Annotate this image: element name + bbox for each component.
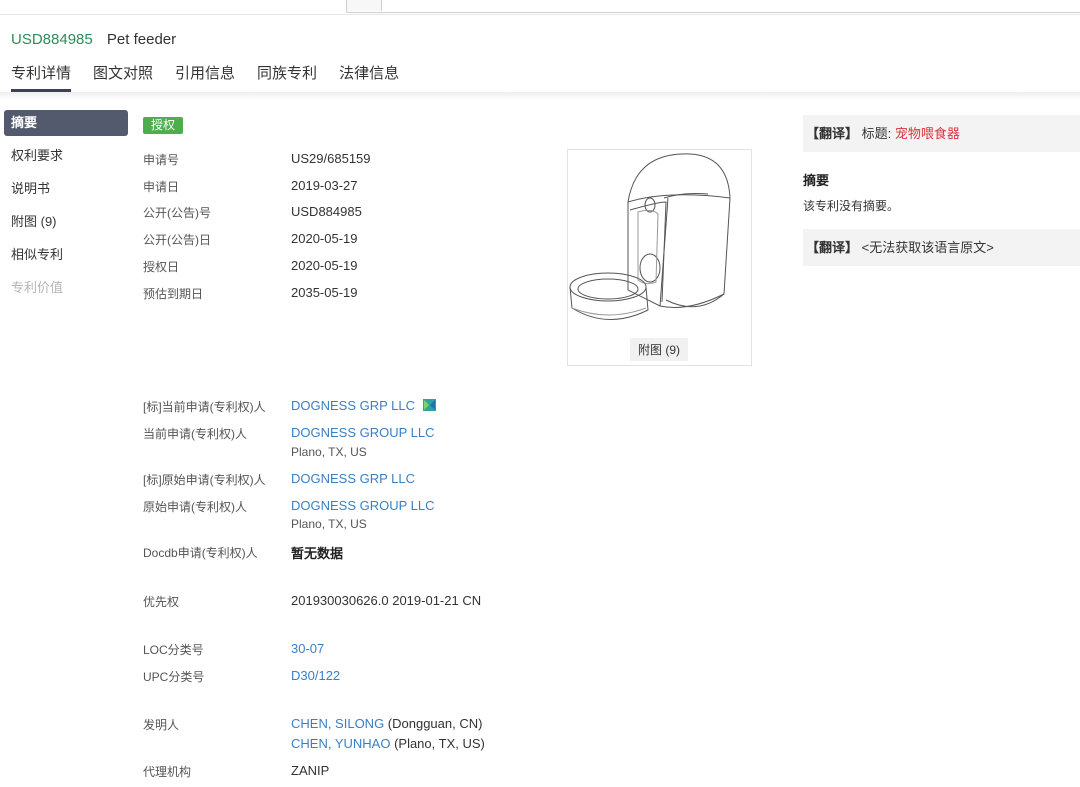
label-inventors: 发明人 [143,718,180,732]
tab-family[interactable]: 同族专利 [257,62,317,92]
value-original-applicant: DOGNESS GROUP LLC [291,498,435,513]
inventor-location: (Dongguan, CN) [384,716,483,731]
inventor-row: CHEN, YUNHAO (Plano, TX, US) [291,736,485,751]
sidebar-item-value: 专利价值 [11,280,64,295]
value-publication-date: 2020-05-19 [291,231,358,246]
std-current-applicant-link[interactable]: DOGNESS GRP LLC [291,398,415,413]
std-original-applicant-link[interactable]: DOGNESS GRP LLC [291,471,415,486]
sidebar-item-figures[interactable]: 附图 (9) [4,209,128,235]
label-publication-date: 公开(公告)日 [143,233,211,247]
value-loc: 30-07 [291,641,324,656]
patent-figure[interactable]: 附图 (9) [567,149,752,366]
pet-feeder-drawing [569,153,731,320]
status-badge: 授权 [143,117,184,134]
label-grant-date: 授权日 [143,260,180,274]
sidebar: 摘要 权利要求 说明书 附图 (9) 相似专利 专利价值 [4,110,128,308]
abstract-text: 该专利没有摘要。 [803,199,900,213]
value-docdb-applicant: 暂无数据 [291,546,344,561]
label-loc: LOC分类号 [143,643,204,657]
abstract-heading: 摘要 [803,173,830,188]
label-agency: 代理机构 [143,765,192,779]
label-application-date: 申请日 [143,180,180,194]
value-application-no: US29/685159 [291,151,371,166]
inventor-row: CHEN, SILONG (Dongguan, CN) [291,716,482,731]
value-upc: D30/122 [291,668,340,683]
value-priority: 201930030626.0 2019-01-21 CN [291,593,482,608]
original-text-box: 【翻译】 <无法获取该语言原文> [803,229,1080,266]
inventor-location: (Plano, TX, US) [390,736,485,751]
sidebar-item-similar[interactable]: 相似专利 [4,242,128,268]
top-bar [0,0,1080,15]
value-expiry-date: 2035-05-19 [291,285,358,300]
value-std-original-applicant: DOGNESS GRP LLC [291,471,415,486]
tab-patent-details[interactable]: 专利详情 [11,62,72,92]
tab-citations[interactable]: 引用信息 [175,62,235,92]
label-priority: 优先权 [143,595,180,609]
current-applicant-address: Plano, TX, US [291,445,367,459]
value-std-current-applicant: DOGNESS GRP LLC [291,398,436,413]
page-title: USD884985 Pet feeder [11,31,176,48]
patent-number: USD884985 [11,31,93,48]
original-unavailable-text: <无法获取该语言原文> [861,240,994,255]
loc-link[interactable]: 30-07 [291,641,324,656]
original-applicant-link[interactable]: DOGNESS GROUP LLC [291,498,435,513]
translate-button[interactable]: 【翻译】 [806,240,858,255]
current-applicant-link[interactable]: DOGNESS GROUP LLC [291,425,435,440]
address-input[interactable] [346,0,1080,13]
patent-name: Pet feeder [106,31,177,48]
label-upc: UPC分类号 [143,670,205,684]
sidebar-item-description[interactable]: 说明书 [4,176,128,202]
company-logo-icon[interactable] [422,399,436,411]
upc-link[interactable]: D30/122 [291,668,340,683]
translated-title: 宠物喂食器 [894,126,960,141]
tab-text-image[interactable]: 图文对照 [93,62,153,92]
tab-bar: 专利详情 图文对照 引用信息 同族专利 法律信息 [11,62,421,92]
label-std-original-applicant: [标]原始申请(专利权)人 [143,473,266,487]
value-publication-no: USD884985 [291,204,362,219]
value-application-date: 2019-03-27 [291,178,358,193]
translate-button[interactable]: 【翻译】 [806,126,858,141]
figure-caption[interactable]: 附图 (9) [630,338,689,361]
sidebar-item-abstract[interactable]: 摘要 [4,110,128,136]
inventor-link[interactable]: CHEN, YUNHAO [291,736,390,751]
value-agency: ZANIP [291,763,330,778]
header-divider [0,92,1080,100]
original-applicant-address: Plano, TX, US [291,517,367,531]
label-application-no: 申请号 [143,153,180,167]
inventor-link[interactable]: CHEN, SILONG [291,716,384,731]
title-translation-box: 【翻译】 标题: 宠物喂食器 [803,115,1080,152]
label-current-applicant: 当前申请(专利权)人 [143,427,247,441]
label-expiry-date: 预估到期日 [143,287,204,301]
label-publication-no: 公开(公告)号 [143,206,211,220]
tab-legal[interactable]: 法律信息 [339,62,399,92]
label-std-current-applicant: [标]当前申请(专利权)人 [143,400,266,414]
value-grant-date: 2020-05-19 [291,258,358,273]
label-docdb-applicant: Docdb申请(专利权)人 [143,546,258,560]
value-current-applicant: DOGNESS GROUP LLC [291,425,435,440]
title-prefix: 标题: [861,126,895,141]
label-original-applicant: 原始申请(专利权)人 [143,500,247,514]
sidebar-item-claims[interactable]: 权利要求 [4,143,128,169]
